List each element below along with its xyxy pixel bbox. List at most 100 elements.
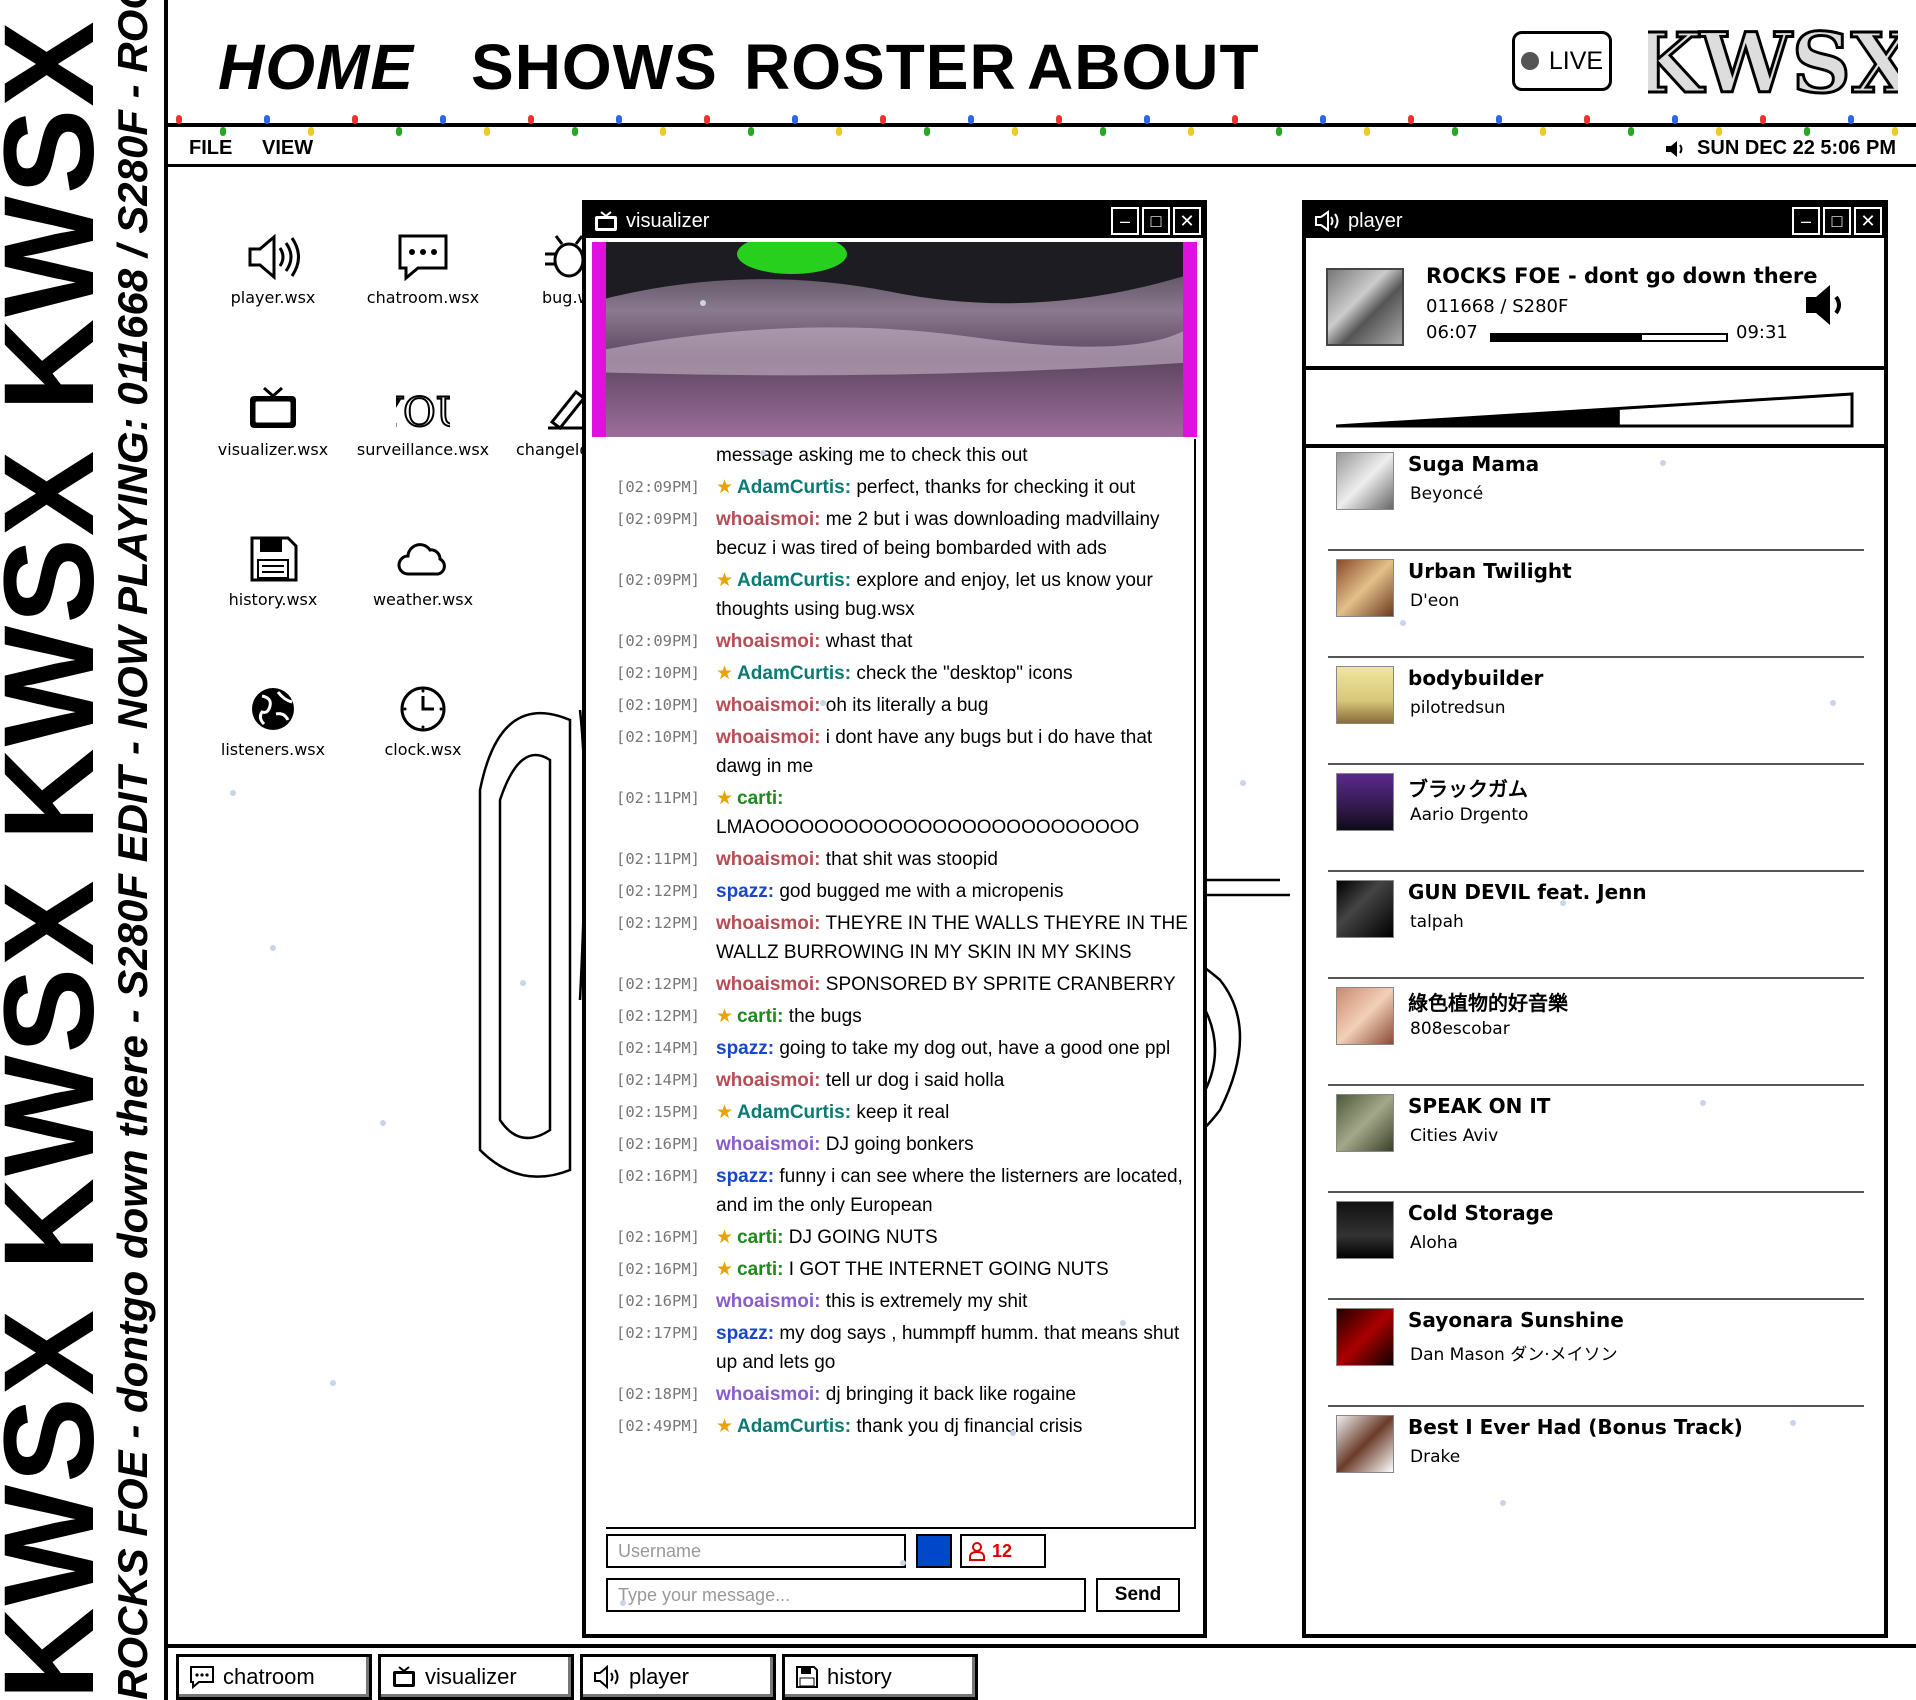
now-playing-ticker: KWSX KWSX KWSX KWSX KWSX KW ROCKS FOE - …	[0, 0, 168, 1700]
chat-username[interactable]: spazz:	[716, 1166, 774, 1187]
desktop-icon-changelog[interactable]: changelog.wsx	[498, 384, 582, 459]
chat-username[interactable]: whoaismoi:	[716, 1070, 821, 1091]
chat-username[interactable]: spazz:	[716, 1323, 774, 1344]
volume-icon[interactable]	[1665, 139, 1687, 159]
chat-username[interactable]: whoaismoi:	[716, 974, 821, 995]
nav-home-link[interactable]: HOME	[218, 30, 414, 104]
desktop-icon-history[interactable]: history.wsx	[198, 534, 348, 609]
chat-message-text: message asking me to check this out	[716, 444, 1028, 466]
taskbar-chatroom-button[interactable]: chatroom	[176, 1654, 372, 1700]
playlist-item[interactable]: Cold Storage Aloha	[1328, 1193, 1864, 1300]
maximize-button[interactable]: □	[1823, 207, 1851, 235]
chat-timestamp: [02:11PM]	[616, 849, 700, 868]
desktop-icon-bug[interactable]: bug.wsx	[498, 232, 582, 307]
chat-username[interactable]: whoaismoi:	[716, 631, 821, 652]
close-button[interactable]: ✕	[1854, 207, 1882, 235]
chat-username[interactable]: whoaismoi:	[716, 1384, 821, 1405]
light-bulb	[880, 115, 886, 124]
menu-file[interactable]: FILE	[189, 137, 232, 160]
chat-timestamp: [02:12PM]	[616, 974, 700, 993]
close-button[interactable]: ✕	[1173, 207, 1201, 235]
chat-username[interactable]: spazz:	[716, 881, 774, 902]
chat-username[interactable]: carti:	[737, 1259, 783, 1280]
kwsx-logo[interactable]: KWSX	[1648, 20, 1898, 110]
chat-username[interactable]: whoaismoi:	[716, 913, 821, 934]
taskbar-visualizer-button[interactable]: visualizer	[378, 1654, 574, 1700]
playlist-item[interactable]: ブラックガム Aario Drgento	[1328, 765, 1864, 872]
chat-username[interactable]: whoaismoi:	[716, 727, 821, 748]
desktop-icon-weather[interactable]: weather.wsx	[348, 534, 498, 609]
light-bulb	[1760, 115, 1766, 124]
playlist-item[interactable]: GUN DEVIL feat. Jenn talpah	[1328, 872, 1864, 979]
chat-username[interactable]: AdamCurtis:	[737, 1102, 851, 1123]
desktop-icon-visualizer[interactable]: visualizer.wsx	[198, 384, 348, 459]
chat-message-text: the bugs	[788, 1005, 862, 1027]
username-input[interactable]: Username	[606, 1534, 906, 1568]
playlist-item[interactable]: Sayonara Sunshine Dan Mason ダン·メイソン	[1328, 1300, 1864, 1407]
send-button[interactable]: Send	[1096, 1578, 1180, 1612]
online-users-badge[interactable]: 12	[960, 1534, 1046, 1568]
chat-username[interactable]: whoaismoi:	[716, 849, 821, 870]
chat-timestamp: [02:14PM]	[616, 1038, 700, 1057]
desktop-icon-player[interactable]: player.wsx	[198, 232, 348, 307]
progress-bar[interactable]	[1490, 333, 1728, 342]
playlist-item[interactable]: SPEAK ON IT Cities Aviv	[1328, 1086, 1864, 1193]
window-title: visualizer	[626, 209, 710, 232]
star-icon: ★	[716, 569, 734, 591]
taskbar-player-button[interactable]: player	[580, 1654, 776, 1700]
playlist-item[interactable]: Urban Twilight D'eon	[1328, 551, 1864, 658]
chat-username[interactable]: AdamCurtis:	[737, 1416, 851, 1437]
floppy-icon	[796, 1666, 818, 1688]
chat-username[interactable]: whoaismoi:	[716, 1291, 821, 1312]
top-nav: HOME SHOWS ROSTER ABOUT LIVE KWSX	[168, 0, 1916, 125]
chat-message: [02:15PM] ★ AdamCurtis: keep it real	[606, 1096, 1194, 1128]
chat-message: [02:14PM] whoaismoi: tell ur dog i said h…	[606, 1064, 1194, 1096]
player-titlebar[interactable]: player – □ ✕	[1306, 204, 1884, 238]
chat-message-text: tell ur dog i said holla	[825, 1069, 1005, 1091]
desktop-icon-listeners[interactable]: listeners.wsx	[198, 684, 348, 759]
light-bulb	[352, 115, 358, 124]
track-title: Urban Twilight	[1408, 559, 1572, 583]
chat-message: [02:10PM] ★ AdamCurtis: check the "desktop…	[606, 657, 1194, 689]
chat-message-text: I GOT THE INTERNET GOING NUTS	[788, 1258, 1109, 1280]
desktop-icon-chatroom[interactable]: chatroom.wsx	[348, 232, 498, 307]
chat-message: [02:16PM] ★ carti: I GOT THE INTERNET GOIN…	[606, 1253, 1194, 1285]
live-button[interactable]: LIVE	[1512, 31, 1612, 91]
menu-view[interactable]: VIEW	[262, 137, 313, 160]
nav-about-link[interactable]: ABOUT	[1027, 30, 1260, 104]
desktop-icon-surveillance[interactable]: YOU surveillance.wsx	[348, 384, 498, 459]
mute-toggle-icon[interactable]	[1802, 280, 1852, 330]
playlist-item[interactable]: 綠色植物的好音樂 808escobar	[1328, 979, 1864, 1086]
taskbar-history-button[interactable]: history	[782, 1654, 978, 1700]
chat-log[interactable]: message asking me to check this out [02:…	[606, 439, 1196, 1529]
maximize-button[interactable]: □	[1142, 207, 1170, 235]
playlist-item[interactable]: bodybuilder pilotredsun	[1328, 658, 1864, 765]
chat-username[interactable]: AdamCurtis:	[737, 477, 851, 498]
chat-username[interactable]: whoaismoi:	[716, 509, 821, 530]
bug-icon	[545, 235, 582, 278]
minimize-button[interactable]: –	[1792, 207, 1820, 235]
message-input[interactable]: Type your message...	[606, 1578, 1086, 1612]
track-title: SPEAK ON IT	[1408, 1094, 1551, 1118]
chat-username[interactable]: carti:	[737, 1227, 783, 1248]
username-color-picker[interactable]	[916, 1534, 952, 1568]
chat-username[interactable]: AdamCurtis:	[737, 570, 851, 591]
chat-username[interactable]: AdamCurtis:	[737, 663, 851, 684]
playlist-item[interactable]: Suga Mama Beyoncé	[1328, 444, 1864, 551]
snowflake	[1010, 1430, 1016, 1436]
playlist-item[interactable]: Best I Ever Had (Bonus Track) Drake	[1328, 1407, 1864, 1514]
minimize-button[interactable]: –	[1111, 207, 1139, 235]
volume-slider[interactable]	[1336, 392, 1856, 428]
chat-username[interactable]: carti:	[737, 1006, 783, 1027]
chat-message-text: oh its literally a bug	[825, 694, 989, 716]
desktop-icon-clock[interactable]: clock.wsx	[348, 684, 498, 759]
light-bulb	[616, 115, 622, 124]
chat-username[interactable]: spazz:	[716, 1038, 774, 1059]
chat-username[interactable]: whoaismoi:	[716, 1134, 821, 1155]
chat-message: [02:10PM] whoaismoi: i dont have any bugs…	[606, 721, 1194, 782]
chat-username[interactable]: carti:	[737, 788, 783, 809]
nav-shows-link[interactable]: SHOWS	[471, 30, 718, 104]
chat-username[interactable]: whoaismoi:	[716, 695, 821, 716]
visualizer-titlebar[interactable]: visualizer – □ ✕	[586, 204, 1203, 238]
nav-roster-link[interactable]: ROSTER	[744, 30, 1017, 104]
